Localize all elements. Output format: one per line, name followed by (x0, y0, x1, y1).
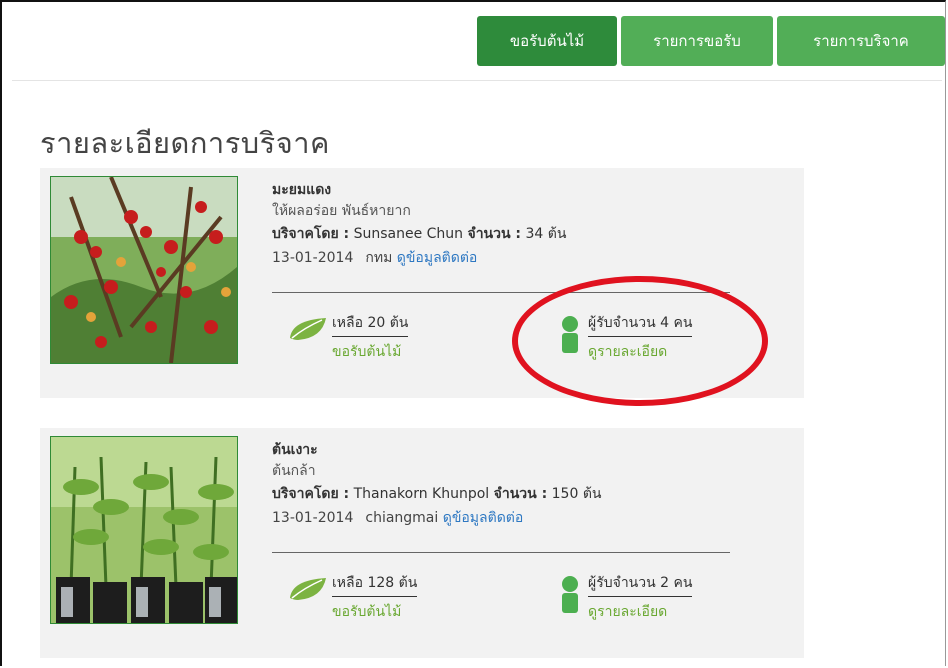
donation-date: 13-01-2014 (272, 510, 354, 526)
donated-by-label: บริจาคโดย : (272, 226, 350, 242)
red-fruit-tree-photo-icon (51, 177, 237, 363)
request-tree-link[interactable]: ขอรับต้นไม้ (332, 341, 532, 363)
quantity-value: 34 ต้น (525, 226, 567, 242)
quantity-value: 150 ต้น (551, 486, 602, 502)
request-tree-button[interactable]: ขอรับต้นไม้ (477, 16, 617, 66)
contact-info-link[interactable]: ดูข้อมูลติดต่อ (397, 250, 478, 266)
donor-line: บริจาคโดย : Sunsanee Chun จำนวน : 34 ต้น (272, 222, 732, 246)
recipients-count: ผู้รับจำนวน 2 คน (588, 572, 693, 597)
divider (272, 292, 730, 293)
donation-date: 13-01-2014 (272, 250, 354, 266)
donation-location: กทม (365, 250, 393, 266)
donated-by-label: บริจาคโดย : (272, 486, 350, 502)
recipients-count: ผู้รับจำนวน 4 คน (588, 312, 693, 337)
details-link[interactable]: ดูรายละเอียด (588, 601, 788, 623)
tree-photo[interactable] (50, 176, 238, 364)
tree-photo[interactable] (50, 436, 238, 624)
donor-name: Thanakorn Khunpol (353, 486, 490, 502)
donation-info: มะยมแดง ให้ผลอร่อย พันธ์หายาก บริจาคโดย … (272, 180, 732, 270)
tree-name: ต้นเงาะ (272, 442, 318, 458)
quantity-label: จำนวน : (467, 226, 522, 242)
top-nav: ขอรับต้นไม้ รายการขอรับ รายการบริจาค (12, 2, 945, 81)
tree-name: มะยมแดง (272, 182, 332, 198)
leaf-icon (290, 578, 326, 600)
date-location-line: 13-01-2014 กทม ดูข้อมูลติดต่อ (272, 246, 732, 270)
tree-description: ต้นกล้า (272, 463, 316, 479)
leaf-icon (290, 318, 326, 340)
date-location-line: 13-01-2014 chiangmai ดูข้อมูลติดต่อ (272, 506, 732, 530)
person-icon (562, 576, 578, 613)
donor-line: บริจาคโดย : Thanakorn Khunpol จำนวน : 15… (272, 482, 732, 506)
donation-card: มะยมแดง ให้ผลอร่อย พันธ์หายาก บริจาคโดย … (40, 168, 804, 398)
donation-location: chiangmai (365, 510, 439, 526)
seedlings-photo-icon (51, 437, 237, 623)
donation-list-button[interactable]: รายการบริจาค (777, 16, 945, 66)
donor-name: Sunsanee Chun (353, 226, 464, 242)
donation-info: ต้นเงาะ ต้นกล้า บริจาคโดย : Thanakorn Kh… (272, 440, 732, 530)
person-icon (562, 316, 578, 353)
remaining-count: เหลือ 128 ต้น (332, 572, 418, 597)
details-link[interactable]: ดูรายละเอียด (588, 341, 788, 363)
contact-info-link[interactable]: ดูข้อมูลติดต่อ (443, 510, 524, 526)
page-title: รายละเอียดการบริจาค (40, 126, 330, 160)
divider (272, 552, 730, 553)
quantity-label: จำนวน : (493, 486, 548, 502)
remaining-count: เหลือ 20 ต้น (332, 312, 409, 337)
request-tree-link[interactable]: ขอรับต้นไม้ (332, 601, 532, 623)
donation-card: ต้นเงาะ ต้นกล้า บริจาคโดย : Thanakorn Kh… (40, 428, 804, 658)
request-list-button[interactable]: รายการขอรับ (621, 16, 773, 66)
tree-description: ให้ผลอร่อย พันธ์หายาก (272, 203, 411, 219)
